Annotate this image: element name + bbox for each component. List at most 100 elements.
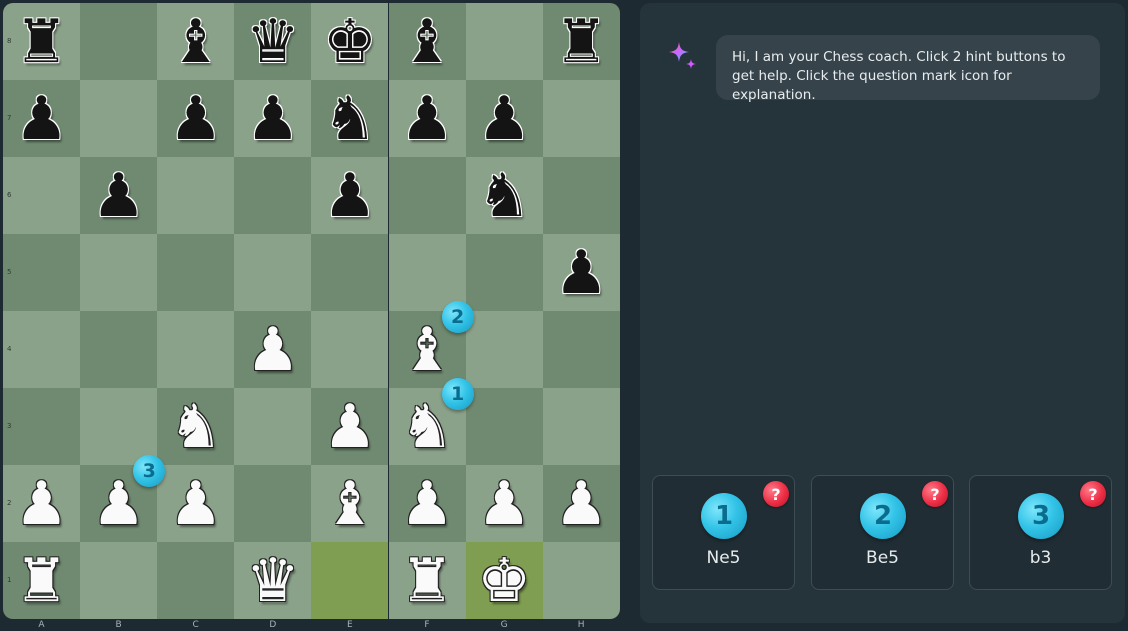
black-rook-icon[interactable]: ♜ [3,3,80,80]
white-pawn-icon[interactable]: ♟ [234,311,311,388]
square-a4[interactable]: 4 [3,311,81,388]
square-b5[interactable] [80,234,158,311]
hint-button-3[interactable]: 3 b3? [969,475,1112,590]
hint-move-label: Ne5 [706,548,741,568]
black-knight-icon[interactable]: ♞ [311,80,388,157]
square-g7[interactable]: ♟ [465,80,543,157]
square-h4[interactable] [542,311,620,388]
white-pawn-icon[interactable]: ♟ [543,465,620,542]
square-f5[interactable] [388,234,466,311]
file-label: B [115,620,122,630]
black-pawn-icon[interactable]: ♟ [157,80,234,157]
hint-move-label: Be5 [866,548,899,568]
question-mark-icon[interactable]: ? [763,481,789,507]
square-d5[interactable] [234,234,312,311]
square-d7[interactable]: ♟ [234,80,312,157]
square-h8[interactable]: ♜ [542,3,620,80]
square-h3[interactable] [542,388,620,465]
square-a2[interactable]: 2 ♟ [3,465,81,542]
square-d8[interactable]: ♛ [234,3,312,80]
white-rook-icon[interactable]: ♜ [389,542,466,619]
hint-button-2[interactable]: 2 Be5? [811,475,954,590]
black-king-icon[interactable]: ♚ [311,3,388,80]
black-bishop-icon[interactable]: ♝ [157,3,234,80]
hint-button-1[interactable]: 1 Ne5? [652,475,795,590]
square-a5[interactable]: 5 [3,234,81,311]
square-d1[interactable]: ♛ [234,542,312,619]
square-e1[interactable] [311,542,389,619]
question-mark-icon[interactable]: ? [1080,481,1106,507]
square-g8[interactable] [465,3,543,80]
square-a7[interactable]: 7 ♟ [3,80,81,157]
square-d2[interactable] [234,465,312,542]
square-f7[interactable]: ♟ [388,80,466,157]
white-pawn-icon[interactable]: ♟ [311,388,388,465]
square-h5[interactable]: ♟ [542,234,620,311]
square-e3[interactable]: ♟ [311,388,389,465]
square-c3[interactable]: ♞ [157,388,235,465]
black-pawn-icon[interactable]: ♟ [80,157,157,234]
white-pawn-icon[interactable]: ♟ [157,465,234,542]
square-b1[interactable] [80,542,158,619]
square-f2[interactable]: ♟ [388,465,466,542]
square-b7[interactable] [80,80,158,157]
square-c5[interactable] [157,234,235,311]
square-f8[interactable]: ♝ [388,3,466,80]
square-c6[interactable] [157,157,235,234]
square-a3[interactable]: 3 [3,388,81,465]
square-e5[interactable] [311,234,389,311]
square-c8[interactable]: ♝ [157,3,235,80]
black-pawn-icon[interactable]: ♟ [543,234,620,311]
square-h6[interactable] [542,157,620,234]
square-e6[interactable]: ♟ [311,157,389,234]
square-g1[interactable]: ♚ [465,542,543,619]
square-h2[interactable]: ♟ [542,465,620,542]
white-pawn-icon[interactable]: ♟ [3,465,80,542]
white-pawn-icon[interactable]: ♟ [466,465,543,542]
square-c4[interactable] [157,311,235,388]
black-queen-icon[interactable]: ♛ [234,3,311,80]
white-bishop-icon[interactable]: ♝ [311,465,388,542]
white-rook-icon[interactable]: ♜ [3,542,80,619]
black-bishop-icon[interactable]: ♝ [389,3,466,80]
square-g3[interactable] [465,388,543,465]
square-e8[interactable]: ♚ [311,3,389,80]
square-b4[interactable] [80,311,158,388]
white-king-icon[interactable]: ♚ [466,542,543,619]
square-d3[interactable] [234,388,312,465]
white-pawn-icon[interactable]: ♟ [389,465,466,542]
square-g2[interactable]: ♟ [465,465,543,542]
square-d4[interactable]: ♟ [234,311,312,388]
square-g4[interactable] [465,311,543,388]
black-pawn-icon[interactable]: ♟ [389,80,466,157]
black-pawn-icon[interactable]: ♟ [3,80,80,157]
square-b8[interactable] [80,3,158,80]
square-f1[interactable]: ♜ [388,542,466,619]
black-pawn-icon[interactable]: ♟ [466,80,543,157]
square-f6[interactable] [388,157,466,234]
square-c7[interactable]: ♟ [157,80,235,157]
square-g5[interactable] [465,234,543,311]
square-a6[interactable]: 6 [3,157,81,234]
square-a8[interactable]: 8 ♜ [3,3,81,80]
black-knight-icon[interactable]: ♞ [466,157,543,234]
square-d6[interactable] [234,157,312,234]
black-pawn-icon[interactable]: ♟ [234,80,311,157]
question-mark-icon[interactable]: ? [922,481,948,507]
square-b3[interactable] [80,388,158,465]
white-queen-icon[interactable]: ♛ [234,542,311,619]
square-h7[interactable] [542,80,620,157]
square-b6[interactable]: ♟ [80,157,158,234]
square-c1[interactable] [157,542,235,619]
black-pawn-icon[interactable]: ♟ [311,157,388,234]
square-e4[interactable] [311,311,389,388]
square-e7[interactable]: ♞ [311,80,389,157]
white-knight-icon[interactable]: ♞ [157,388,234,465]
square-c2[interactable]: ♟ [157,465,235,542]
square-e2[interactable]: ♝ [311,465,389,542]
square-g6[interactable]: ♞ [465,157,543,234]
square-h1[interactable] [542,542,620,619]
chess-board[interactable]: 8 ♜ ♝ ♛ ♚ ♝ ♜ 7 ♟ ♟ ♟ ♞ ♟ ♟ 6 ♟ ♟ ♞ 5 ♟ 4 ♟ ♝ 3 ♞ ♟ ♞ 2 ♟ ♟ ♟ ♝ ♟ ♟ ♟ 1 ♜ ♛ ♜ ♚… [3,3,620,619]
square-a1[interactable]: 1 ♜ [3,542,81,619]
black-rook-icon[interactable]: ♜ [543,3,620,80]
